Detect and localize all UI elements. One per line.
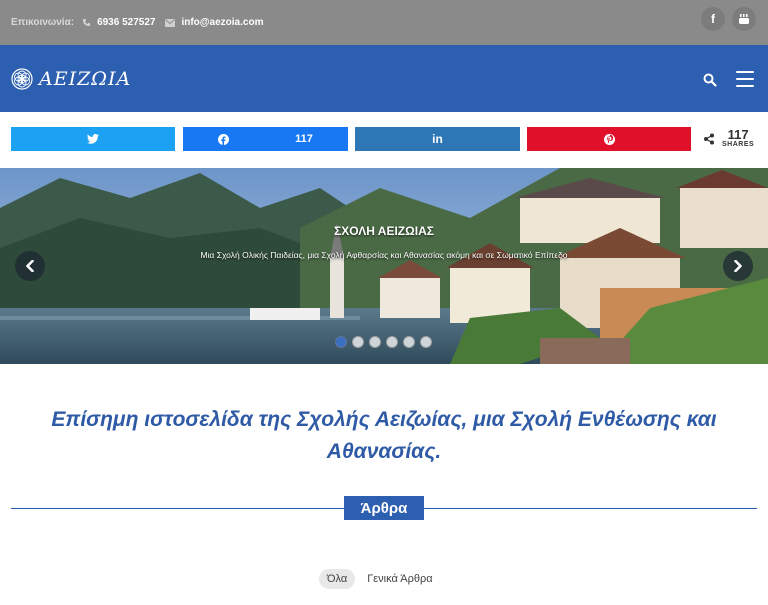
hamburger-menu-button[interactable]	[736, 71, 754, 87]
hero-landscape-image	[0, 168, 768, 364]
article-filters: Όλα Γενικά Άρθρα	[319, 569, 433, 589]
hero-subtitle: Μια Σχολή Ολικής Παιδείας, μια Σχολή Αφθ…	[200, 250, 568, 260]
twitter-share-button[interactable]	[11, 127, 175, 151]
facebook-icon[interactable]: f	[701, 7, 725, 31]
email-contact[interactable]: info@aezoia.com	[165, 17, 263, 28]
site-header: ΑΕΙΖΩΙΑ	[0, 45, 768, 112]
contact-label: Επικοινωνία:	[11, 17, 75, 28]
slider-dot[interactable]	[369, 336, 381, 348]
phone-icon	[82, 18, 91, 27]
filter-general-articles[interactable]: Γενικά Άρθρα	[367, 573, 432, 585]
facebook-circle-icon	[218, 133, 230, 145]
slider-dot[interactable]	[352, 336, 364, 348]
facebook-share-button[interactable]: 117	[183, 127, 348, 151]
email-address: info@aezoia.com	[181, 17, 264, 28]
hero-title: ΣΧΟΛΗ ΑΕΙΖΩΙΑΣ	[334, 224, 434, 238]
articles-heading: Άρθρα	[344, 496, 424, 520]
slider-pagination	[335, 336, 432, 348]
pinterest-icon	[603, 133, 615, 145]
chevron-right-icon	[734, 260, 742, 272]
site-logo[interactable]: ΑΕΙΖΩΙΑ	[11, 68, 131, 90]
pinterest-share-button[interactable]	[527, 127, 691, 151]
slider-dot[interactable]	[420, 336, 432, 348]
share-icon	[704, 133, 714, 144]
slider-dot[interactable]	[386, 336, 398, 348]
share-bar: 117 in 117 SHARES	[0, 112, 768, 168]
top-contact-bar: Επικοινωνία: 6936 527527 info@aezoia.com…	[0, 0, 768, 45]
envelope-icon	[165, 18, 176, 27]
total-shares-label: SHARES	[722, 141, 755, 148]
slider-next-button[interactable]	[723, 251, 753, 281]
linkedin-share-button[interactable]: in	[355, 127, 520, 151]
chevron-left-icon	[26, 260, 34, 272]
logo-text: ΑΕΙΖΩΙΑ	[39, 68, 132, 90]
facebook-share-count: 117	[295, 133, 313, 145]
phone-contact[interactable]: 6936 527527	[82, 17, 155, 28]
flower-of-life-icon	[11, 68, 33, 90]
slider-dot[interactable]	[335, 336, 347, 348]
slider-prev-button[interactable]	[15, 251, 45, 281]
total-shares: 117 SHARES	[703, 127, 755, 148]
total-shares-count: 117	[727, 127, 749, 142]
youtube-icon[interactable]	[732, 7, 756, 31]
social-links: f	[701, 7, 756, 31]
search-button[interactable]	[703, 73, 719, 89]
slider-dot[interactable]	[403, 336, 415, 348]
phone-number: 6936 527527	[97, 17, 156, 28]
filter-all[interactable]: Όλα	[319, 569, 356, 589]
hero-slider: ΣΧΟΛΗ ΑΕΙΖΩΙΑΣ Μια Σχολή Ολικής Παιδείας…	[0, 168, 768, 364]
search-icon	[703, 73, 717, 87]
twitter-icon	[87, 134, 99, 144]
site-tagline: Επίσημη ιστοσελίδα της Σχολής Αειζωίας, …	[51, 408, 717, 463]
linkedin-icon: in	[432, 132, 443, 146]
